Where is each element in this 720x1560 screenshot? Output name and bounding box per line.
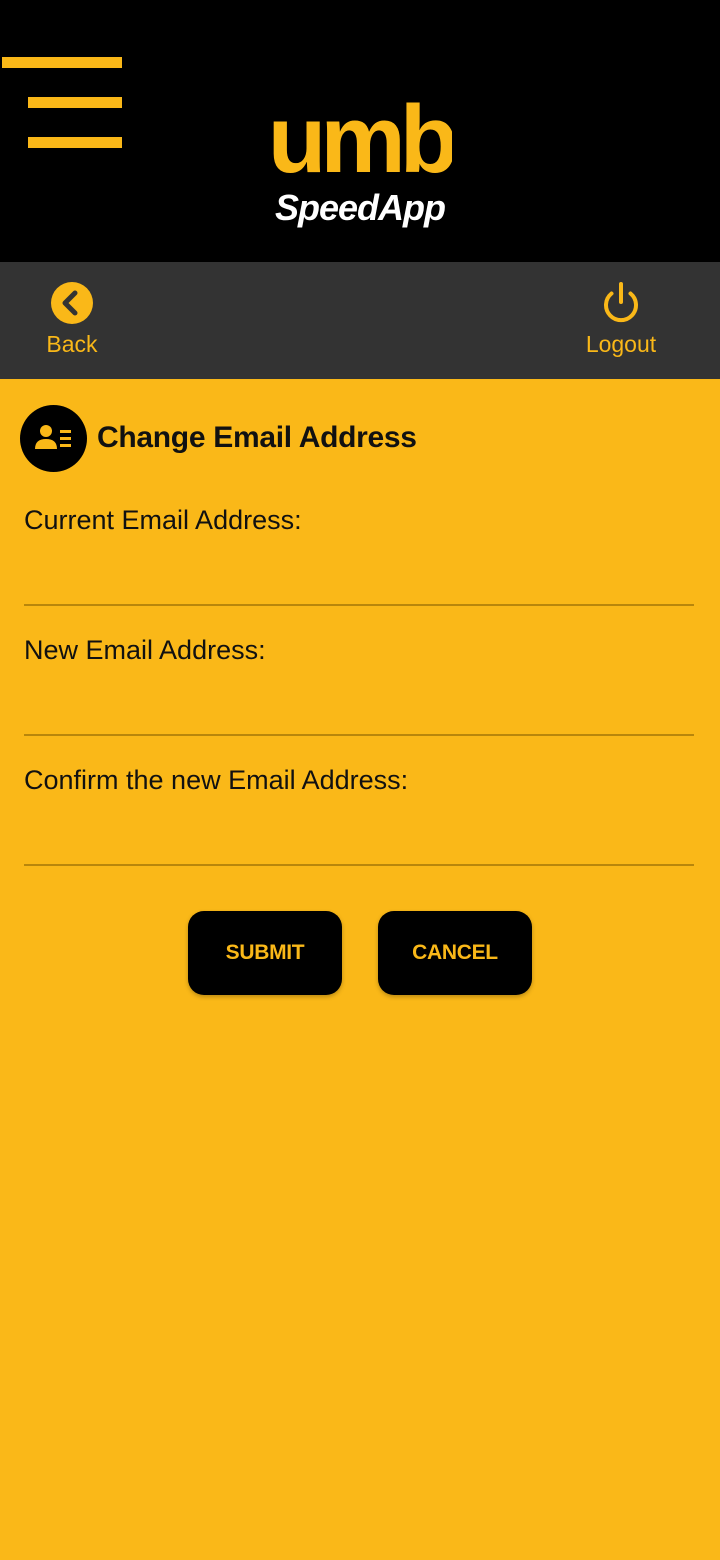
logout-button[interactable]: Logout [572, 262, 670, 379]
page-header: Change Email Address [20, 404, 417, 472]
new-email-input[interactable] [24, 678, 694, 736]
current-email-field-group: Current Email Address: [24, 504, 694, 606]
form-actions: SUBMIT CANCEL [188, 911, 532, 995]
navigation-bar: Back Logout [0, 262, 720, 379]
current-email-input[interactable] [24, 548, 694, 606]
logo-text: SpeedApp [275, 187, 445, 228]
submit-button[interactable]: SUBMIT [188, 911, 342, 995]
app-logo: umb SpeedApp [268, 84, 452, 232]
new-email-field-group: New Email Address: [24, 634, 694, 736]
back-label: Back [46, 331, 98, 357]
chevron-left-circle-icon [51, 282, 93, 324]
back-button[interactable]: Back [32, 262, 112, 379]
umb-logo-icon: umb SpeedApp [268, 86, 452, 228]
app-header: umb SpeedApp [0, 0, 720, 262]
new-email-label: New Email Address: [24, 635, 266, 665]
confirm-email-field-group: Confirm the new Email Address: [24, 764, 694, 866]
logo-mark: umb [268, 86, 452, 193]
page-title: Change Email Address [97, 421, 417, 454]
current-email-label: Current Email Address: [24, 505, 302, 535]
power-icon [604, 282, 638, 323]
logout-label: Logout [585, 331, 657, 357]
user-contact-card-icon [20, 404, 87, 472]
confirm-email-input[interactable] [24, 808, 694, 866]
menu-button[interactable] [0, 52, 126, 156]
confirm-email-label: Confirm the new Email Address: [24, 765, 409, 795]
cancel-button[interactable]: CANCEL [378, 911, 532, 995]
